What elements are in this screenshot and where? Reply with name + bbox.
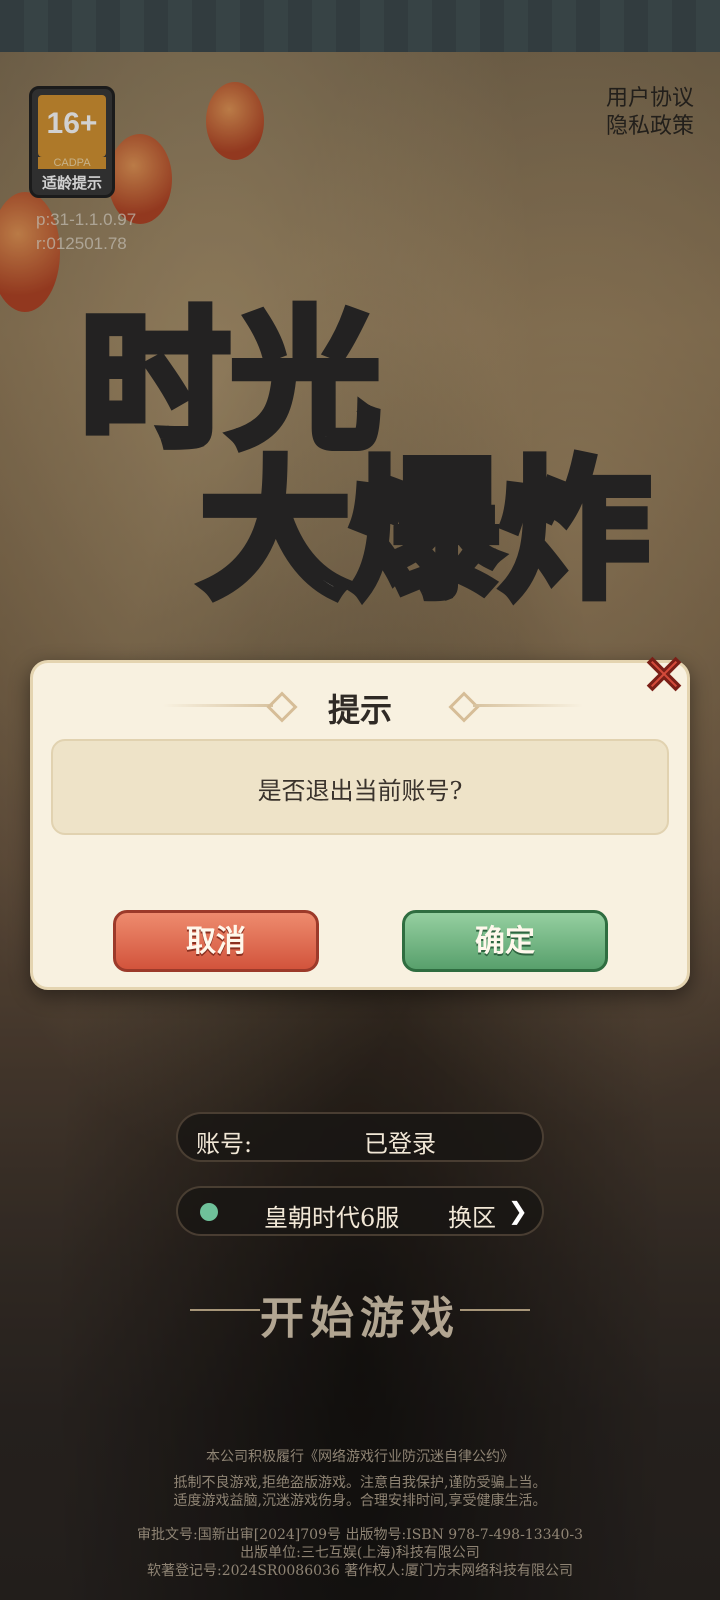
start-game-button[interactable]: 开始游戏: [0, 1282, 720, 1346]
server-status-icon: [200, 1203, 218, 1221]
footer-line: 抵制不良游戏,拒绝盗版游戏。注意自我保护,谨防受骗上当。: [173, 1475, 547, 1491]
confirm-dialog: 提示 ✕ 是否退出当前账号? 取消 确定: [30, 648, 690, 990]
account-label: 账号:: [196, 1130, 253, 1158]
footer-line: 出版单位:三七互娱(上海)科技有限公司: [240, 1545, 480, 1561]
account-field[interactable]: 账号: 已登录: [176, 1112, 544, 1162]
close-icon[interactable]: ✕: [637, 648, 691, 705]
cancel-button[interactable]: 取消: [113, 910, 319, 972]
message-box: 是否退出当前账号?: [51, 739, 669, 835]
server-name: 皇朝时代6服: [264, 1204, 400, 1232]
title-decoration: [473, 704, 583, 707]
switch-server-label[interactable]: 换区: [448, 1198, 496, 1233]
chevron-right-icon[interactable]: ❯: [508, 1197, 528, 1225]
footer-line: 本公司积极履行《网络游戏行业防沉迷自律公约》: [206, 1449, 514, 1465]
dialog-message: 是否退出当前账号?: [257, 777, 463, 805]
dialog-title: 提示: [327, 691, 392, 729]
divider: [460, 1309, 530, 1311]
server-selector[interactable]: 皇朝时代6服 换区 ❯: [176, 1186, 544, 1236]
footer-line: 审批文号:国新出审[2024]709号 出版物号:ISBN 978-7-498-…: [137, 1527, 583, 1543]
account-value: 已登录: [364, 1130, 436, 1158]
footer-line: 适度游戏益脑,沉迷游戏伤身。合理安排时间,享受健康生活。: [173, 1493, 547, 1509]
footer-line: 软著登记号:2024SR0086036 著作权人:厦门方末网络科技有限公司: [147, 1563, 573, 1579]
confirm-button[interactable]: 确定: [402, 910, 608, 972]
